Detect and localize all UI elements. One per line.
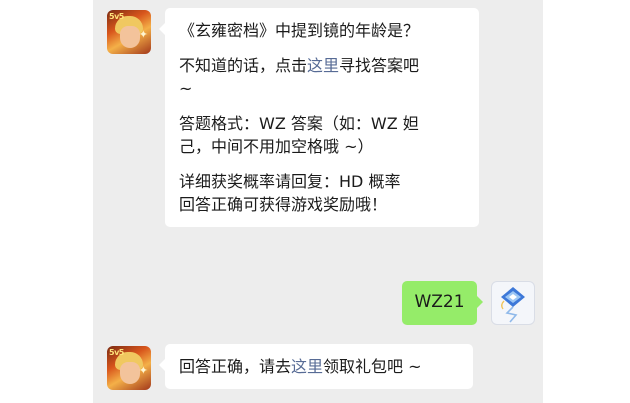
message-bubble-answer: WZ21	[402, 281, 483, 325]
result-text: 回答正确，请去这里领取礼包吧 ~	[179, 355, 459, 378]
message-bubble-result: 回答正确，请去这里领取礼包吧 ~	[159, 344, 473, 389]
answer-text: WZ21	[414, 292, 465, 312]
result-link-here[interactable]: 这里	[291, 357, 323, 376]
answer-format-text: 答题格式：WZ 答案（如：WZ 妲 己，中间不用加空格哦 ~）	[179, 114, 419, 156]
chat-window: 5v5 ✦ 《玄雍密档》中提到镜的年龄是？ 不知道的话，点击这里寻找答案吧 ~ …	[93, 0, 543, 403]
result-text-after: 领取礼包吧 ~	[323, 357, 422, 376]
bot-avatar[interactable]: 5v5 ✦	[107, 346, 151, 390]
user-avatar[interactable]	[491, 281, 535, 325]
sparkle-icon: ✦	[138, 28, 148, 41]
game-badge-icon: 5v5	[109, 348, 124, 357]
hint-text-before: 不知道的话，点击	[179, 56, 308, 75]
message-bubble-question: 《玄雍密档》中提到镜的年龄是？ 不知道的话，点击这里寻找答案吧 ~ 答题格式：W…	[159, 8, 479, 227]
hero-face-shape	[120, 26, 140, 48]
kite-logo-icon	[501, 287, 525, 323]
reward-info-text: 详细获奖概率请回复：HD 概率 回答正确可获得游戏奖励哦！	[179, 172, 401, 214]
sparkle-icon: ✦	[138, 364, 148, 377]
game-badge-icon: 5v5	[109, 12, 124, 21]
hint-link-here[interactable]: 这里	[307, 56, 339, 75]
bot-avatar[interactable]: 5v5 ✦	[107, 10, 151, 54]
hero-face-shape	[120, 362, 140, 384]
hint-text: 不知道的话，点击这里寻找答案吧 ~	[179, 54, 465, 100]
result-text-before: 回答正确，请去	[179, 357, 292, 376]
question-text: 《玄雍密档》中提到镜的年龄是？	[179, 21, 420, 40]
